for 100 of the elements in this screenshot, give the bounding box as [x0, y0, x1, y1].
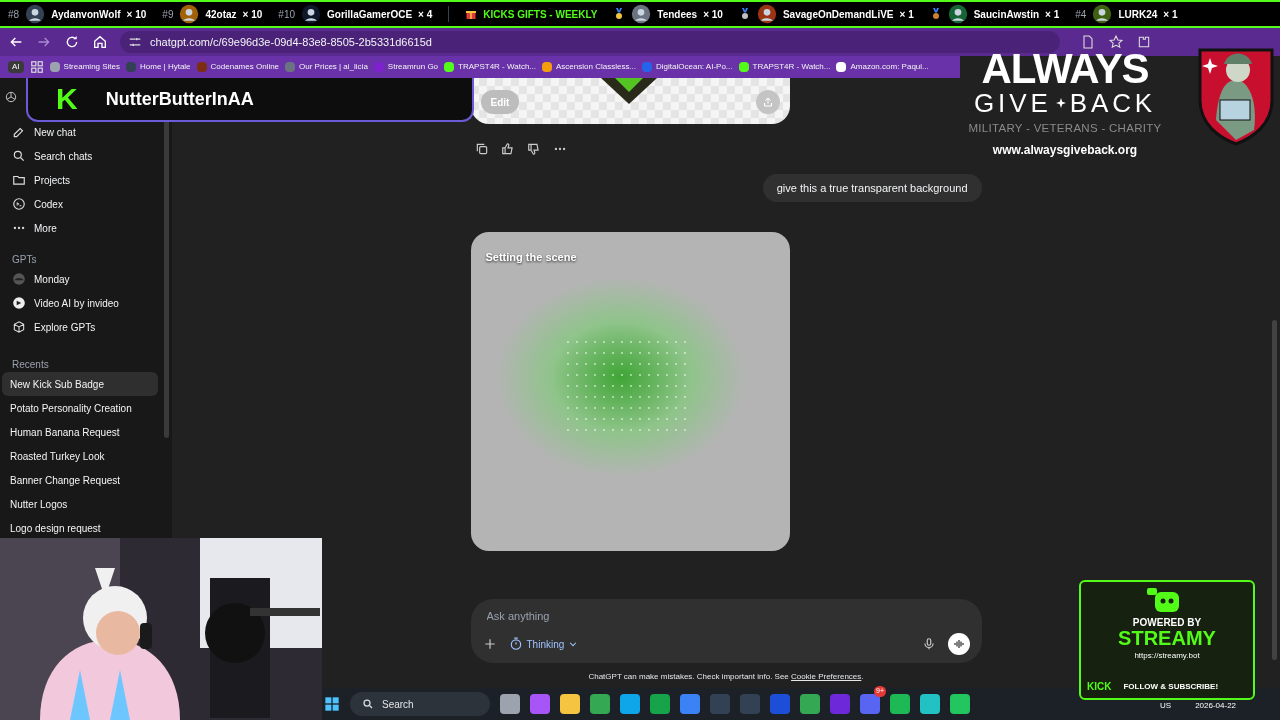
keyboard-language[interactable]: US: [1160, 700, 1172, 712]
app-icon[interactable]: [890, 694, 910, 714]
bookmark[interactable]: Codenames Online: [196, 61, 280, 73]
apps-grid-icon[interactable]: [29, 60, 44, 74]
bookmark[interactable]: Ascension Classless...: [542, 61, 637, 73]
chat-history-item[interactable]: Logo design request: [2, 521, 158, 535]
star-icon[interactable]: [1108, 34, 1124, 50]
app-icon[interactable]: [680, 694, 700, 714]
bookmark[interactable]: Our Prices | ai_licia: [285, 61, 368, 73]
chat-history-item[interactable]: New Kick Sub Badge: [2, 372, 158, 396]
bookmark[interactable]: Home | Hytale: [126, 61, 191, 73]
gift-count: × 10: [703, 7, 723, 22]
thumbs-down-icon[interactable]: [526, 142, 541, 156]
home-icon[interactable]: [92, 34, 108, 50]
app-icon[interactable]: [560, 694, 580, 714]
badge-title: STREAMY: [1118, 628, 1216, 648]
avatar-icon: [25, 4, 46, 24]
sidebar-item[interactable]: Search chats: [0, 144, 160, 168]
app-icon[interactable]: [500, 694, 520, 714]
bookmark[interactable]: DigitalOcean: AI-Po...: [642, 61, 733, 73]
gift-count: × 10: [242, 7, 263, 22]
sparkle-icon: [1055, 98, 1066, 108]
extension-icon[interactable]: [1136, 34, 1152, 50]
website-url: www.alwaysgiveback.org: [992, 142, 1138, 160]
rank-label: #10: [278, 7, 295, 22]
scrollbar[interactable]: [1272, 320, 1277, 660]
message-composer[interactable]: Ask anything Thinking: [470, 599, 982, 663]
badge-url: https://streamy.bot: [1134, 650, 1200, 662]
rank-label: #9: [162, 7, 174, 22]
app-icon[interactable]: [950, 694, 970, 714]
terminal-icon: [12, 197, 26, 211]
avatar-icon: [631, 4, 652, 24]
gift-count: × 1: [899, 7, 914, 22]
app-icon[interactable]: [530, 694, 550, 714]
reload-icon[interactable]: [64, 34, 80, 50]
page-icon[interactable]: [1080, 34, 1096, 50]
sidebar-item[interactable]: Monday: [0, 267, 160, 291]
windows-icon[interactable]: [324, 696, 340, 712]
user-message: give this a true transparent background: [762, 174, 982, 202]
chat-history-item[interactable]: Potato Personality Creation: [2, 396, 158, 420]
clock-date[interactable]: 2026-04-22: [1195, 700, 1237, 712]
app-icon[interactable]: [620, 694, 640, 714]
app-icon[interactable]: [800, 694, 820, 714]
username: Tendees: [657, 7, 698, 22]
chat-history-item[interactable]: Roasted Turkey Look: [2, 444, 158, 468]
sidebar-item[interactable]: Video AI by invideo: [0, 291, 160, 315]
address-bar[interactable]: chatgpt.com/c/69e96d3e-09d4-83e8-8505-2b5331d6615d: [120, 31, 1060, 53]
avatar-icon: [756, 4, 777, 24]
section-heading: Recents: [11, 357, 50, 372]
tagline: MILITARY - VETERANS - CHARITY: [968, 121, 1162, 136]
plus-icon[interactable]: [482, 637, 497, 651]
badge-text: POWERED BY: [1132, 618, 1202, 628]
timer-icon: [508, 637, 523, 651]
logo-icon[interactable]: [4, 90, 18, 104]
folder-icon: [12, 173, 26, 187]
rank-label: #8: [8, 7, 20, 22]
avatar-icon: [947, 4, 968, 24]
username: 42otaz: [205, 7, 237, 22]
kick-logo: K: [56, 84, 78, 114]
app-icon[interactable]: [860, 694, 880, 714]
gift-count: × 1: [1045, 7, 1060, 22]
voice-button[interactable]: [947, 633, 970, 655]
search-icon: [12, 149, 26, 163]
app-icon[interactable]: [650, 694, 670, 714]
status-label: Setting the scene: [485, 250, 577, 265]
app-icon[interactable]: [590, 694, 610, 714]
diamond-icon: [600, 78, 657, 104]
bookmark[interactable]: Amazon.com: Paqui...: [836, 61, 929, 73]
bookmark[interactable]: TRAPST4R - Watch...: [444, 61, 536, 73]
bookmark[interactable]: Streaming Sites: [49, 61, 121, 73]
username: SaucinAwstin: [973, 7, 1040, 22]
avatar-icon: [179, 4, 200, 24]
logo-text: GIVE: [973, 90, 1052, 116]
sidebar-item[interactable]: Projects: [0, 168, 160, 192]
sidebar-item[interactable]: More: [0, 216, 160, 240]
ticker-title: KICKS GIFTS - WEEKLY: [483, 7, 598, 22]
sidebar-item[interactable]: Codex: [0, 192, 160, 216]
gift-icon: [465, 8, 478, 20]
username: LURK24: [1118, 7, 1158, 22]
site-settings-icon: [128, 35, 142, 49]
mode-button[interactable]: Thinking: [508, 636, 579, 652]
chat-history-item[interactable]: Nutter Logos: [2, 492, 158, 516]
bookmark[interactable]: Streamrun Go: [373, 61, 439, 73]
gift-count: × 1: [1163, 7, 1178, 22]
app-icon[interactable]: [770, 694, 790, 714]
rank-label: #4: [1075, 7, 1087, 22]
sidebar-item[interactable]: Explore GPTs: [0, 315, 160, 339]
bookmark[interactable]: TRAPST4R - Watch...: [738, 61, 831, 73]
copy-icon[interactable]: [474, 142, 489, 156]
search-field[interactable]: Search: [350, 692, 490, 716]
avatar-icon: [1092, 4, 1113, 24]
chat-history-item[interactable]: Banner Change Request: [2, 468, 158, 492]
microphone-icon[interactable]: [921, 637, 936, 651]
chat-history-item[interactable]: Human Banana Request: [2, 420, 158, 444]
caret-icon: [568, 639, 579, 649]
thumbs-up-icon[interactable]: [500, 142, 515, 156]
logo-text: BACK: [1069, 90, 1157, 116]
sidebar-item[interactable]: New chat: [0, 120, 160, 144]
profile-button[interactable]: AI: [8, 61, 24, 73]
app-icon[interactable]: [920, 694, 940, 714]
